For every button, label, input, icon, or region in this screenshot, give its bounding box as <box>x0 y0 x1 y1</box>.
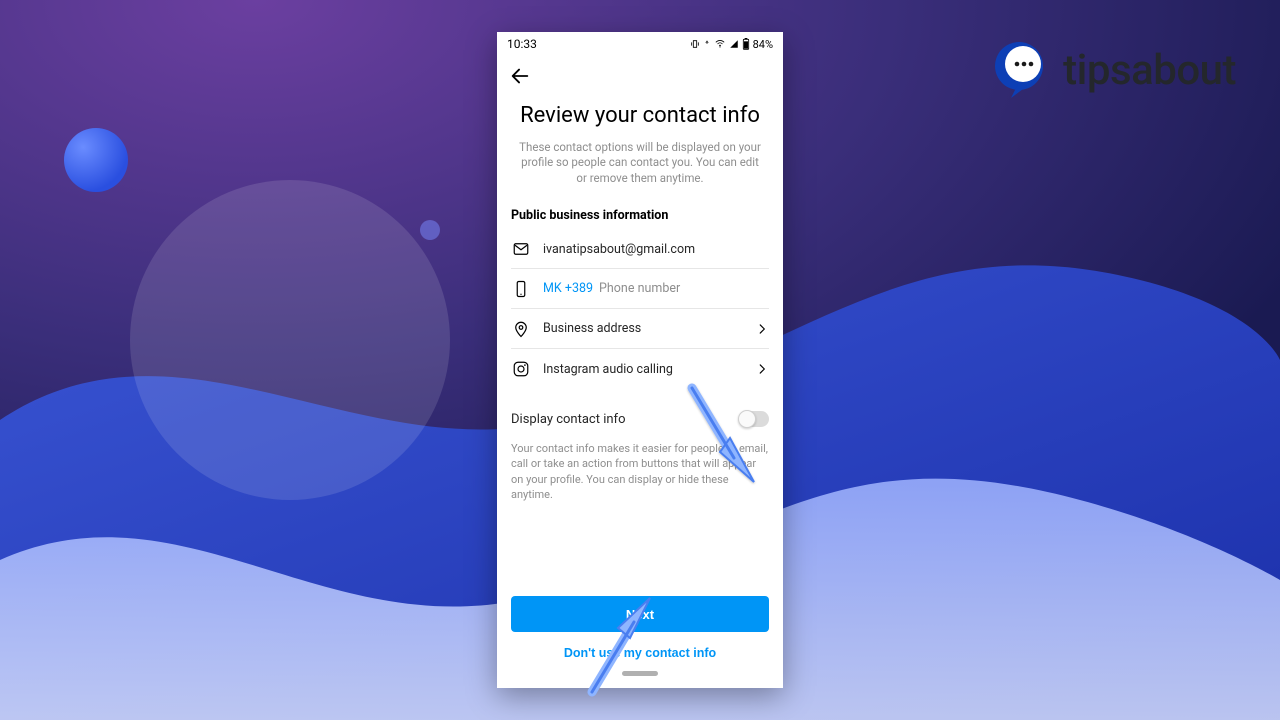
status-bar: 10:33 84% <box>497 32 783 56</box>
display-contact-toggle-row: Display contact info <box>511 411 769 427</box>
email-value: ivanatipsabout@gmail.com <box>543 242 769 257</box>
signal-icon <box>729 39 739 49</box>
phone-country-prefix: MK +389 <box>543 281 593 296</box>
address-label: Business address <box>543 321 743 336</box>
status-battery-pct: 84% <box>753 38 773 51</box>
next-button[interactable]: Next <box>511 596 769 632</box>
chevron-right-icon <box>755 362 769 376</box>
phone-icon <box>511 279 531 299</box>
battery-icon <box>742 38 750 50</box>
display-contact-label: Display contact info <box>511 412 626 427</box>
status-indicators: 84% <box>690 38 773 51</box>
back-arrow-icon[interactable] <box>509 65 531 87</box>
status-time: 10:33 <box>507 37 537 51</box>
brand-watermark: tipsabout <box>987 38 1236 102</box>
chevron-right-icon <box>755 322 769 336</box>
home-indicator <box>622 671 658 676</box>
brand-name: tipsabout <box>1063 46 1236 95</box>
email-icon <box>511 239 531 259</box>
audio-calling-label: Instagram audio calling <box>543 362 743 377</box>
phone-placeholder: Phone number <box>599 281 680 296</box>
toggle-knob <box>738 410 756 428</box>
vpn-key-icon <box>703 39 711 49</box>
app-bar <box>497 56 783 96</box>
display-contact-toggle[interactable] <box>739 411 769 427</box>
email-row[interactable]: ivanatipsabout@gmail.com <box>511 229 769 269</box>
address-row[interactable]: Business address <box>511 309 769 349</box>
audio-calling-row[interactable]: Instagram audio calling <box>511 349 769 389</box>
phone-row[interactable]: MK +389 Phone number <box>511 269 769 309</box>
bottom-actions: Next Don't use my contact info <box>497 586 783 688</box>
tipsabout-logo-icon <box>987 38 1051 102</box>
vibrate-icon <box>690 39 700 49</box>
page-title: Review your contact info <box>511 102 769 130</box>
instagram-icon <box>511 359 531 379</box>
phone-label: MK +389 Phone number <box>543 281 769 296</box>
display-contact-helper: Your contact info makes it easier for pe… <box>511 441 769 503</box>
section-label: Public business information <box>511 208 769 223</box>
dont-use-contact-button[interactable]: Don't use my contact info <box>511 646 769 660</box>
screen-content: Review your contact info These contact o… <box>497 96 783 580</box>
phone-frame: 10:33 84% Review your contact info These… <box>497 32 783 688</box>
wifi-icon <box>714 39 726 49</box>
location-pin-icon <box>511 319 531 339</box>
contact-info-list: ivanatipsabout@gmail.com MK +389 Phone nu… <box>511 229 769 389</box>
page-subtitle: These contact options will be displayed … <box>517 140 763 187</box>
tutorial-slide: tipsabout 10:33 84% Review your contact … <box>0 0 1280 720</box>
